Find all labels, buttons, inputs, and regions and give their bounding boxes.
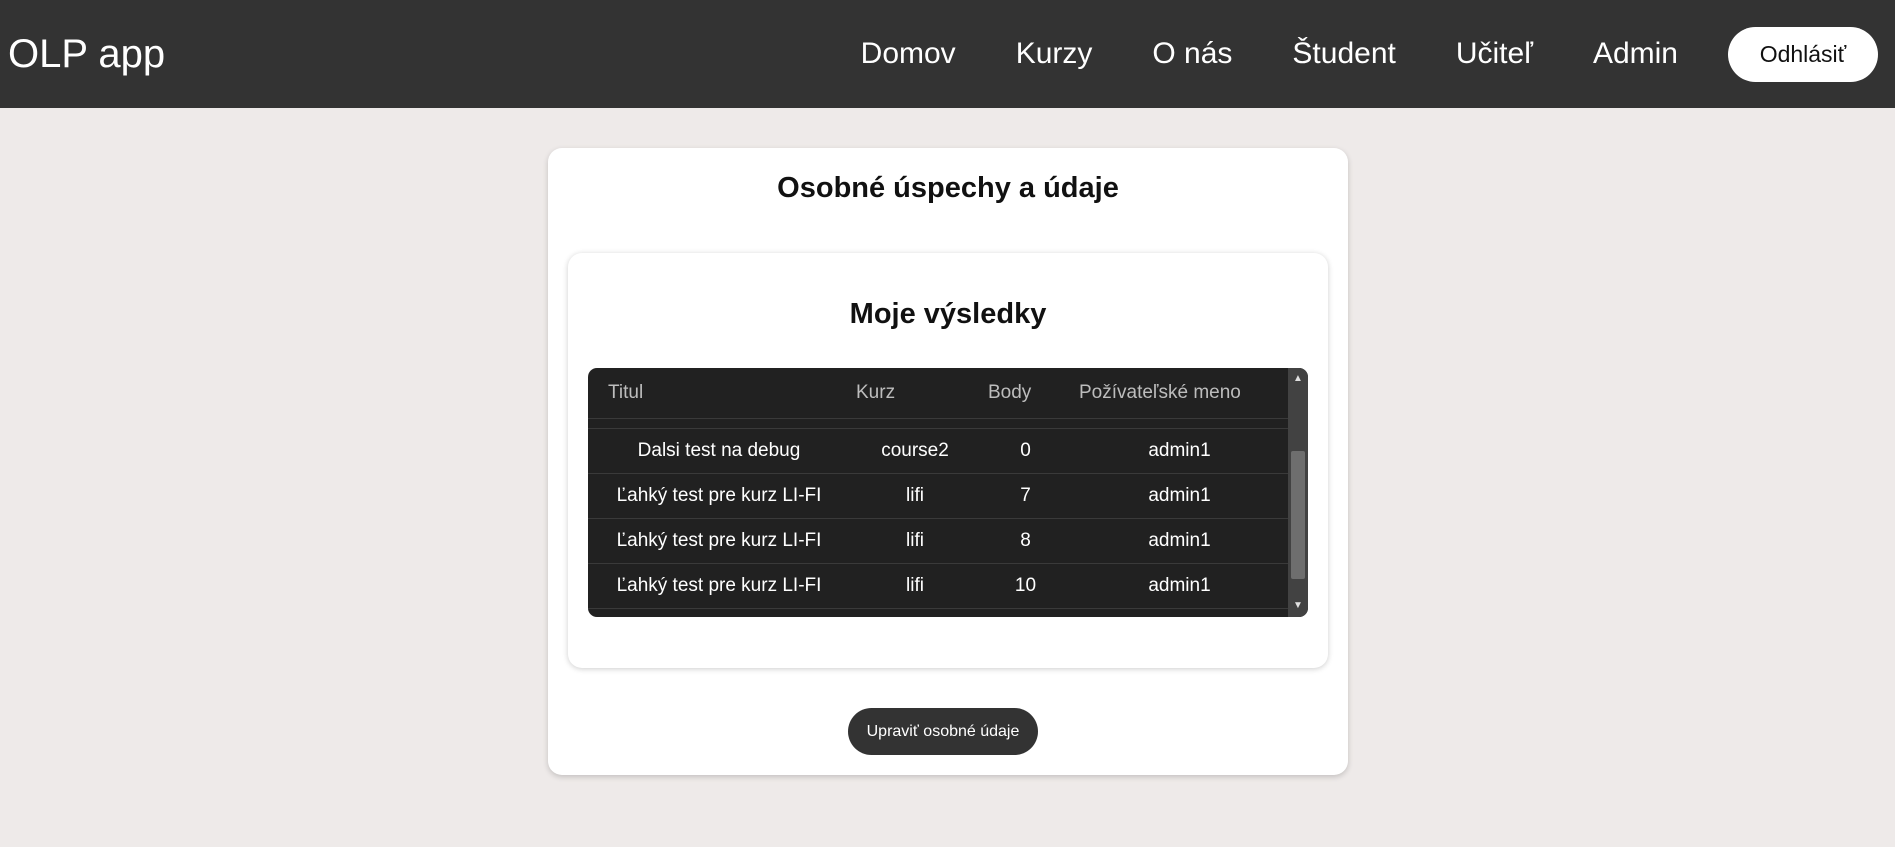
edit-personal-data-button[interactable]: Upraviť osobné údaje (848, 708, 1038, 755)
table-cell-body: 0 (980, 428, 1071, 474)
table-cell-titul: Ľahký test pre kurz LI-FI (588, 473, 850, 519)
column-header-body[interactable]: Body (980, 368, 1071, 419)
scroll-up-arrow-icon[interactable]: ▲ (1288, 370, 1308, 388)
nav-link-domov[interactable]: Domov (861, 34, 956, 74)
table-cell-kurz: course2 (850, 428, 980, 474)
table-cell-kurz: lifi (850, 473, 980, 519)
table-cell-partial (588, 418, 1288, 429)
results-table-container: Titul Kurz Body Požívateľské meno Dalsi … (588, 368, 1308, 617)
table-cell-kurz: lifi (850, 518, 980, 564)
scroll-down-arrow-icon[interactable]: ▼ (1288, 597, 1308, 615)
scrollbar-thumb[interactable] (1291, 451, 1305, 579)
nav-link-admin[interactable]: Admin (1593, 34, 1678, 74)
top-navbar: OLP app Domov Kurzy O nás Študent Učiteľ… (0, 0, 1895, 108)
table-cell-username: admin1 (1071, 473, 1288, 519)
table-row[interactable]: Dalsi test na debug course2 0 admin1 (588, 428, 1288, 474)
nav-link-student[interactable]: Študent (1292, 34, 1395, 74)
table-cell-body: 8 (980, 518, 1071, 564)
table-cell-titul: Ľahký test pre kurz LI-FI (588, 518, 850, 564)
table-row[interactable]: Ľahký test pre kurz LI-FI lifi 8 admin1 (588, 518, 1288, 564)
table-cell-body: 10 (980, 563, 1071, 609)
table-cell-username: admin1 (1071, 563, 1288, 609)
table-cell-titul: Ľahký test pre kurz LI-FI (588, 563, 850, 609)
results-table: Titul Kurz Body Požívateľské meno Dalsi … (588, 368, 1288, 609)
column-header-username[interactable]: Požívateľské meno (1071, 368, 1288, 419)
table-cell-username: admin1 (1071, 518, 1288, 564)
table-cell-kurz: lifi (850, 563, 980, 609)
nav-link-o-nas[interactable]: O nás (1152, 34, 1232, 74)
table-cell-username: admin1 (1071, 428, 1288, 474)
nav-link-kurzy[interactable]: Kurzy (1016, 34, 1093, 74)
table-scrollbar[interactable]: ▲ ▼ (1288, 368, 1308, 617)
page-title: Osobné úspechy a údaje (777, 172, 1119, 204)
column-header-kurz[interactable]: Kurz (850, 368, 980, 419)
table-cell-body: 7 (980, 473, 1071, 519)
nav-links: Domov Kurzy O nás Študent Učiteľ Admin O… (861, 0, 1895, 108)
column-header-titul[interactable]: Titul (588, 368, 850, 419)
nav-link-ucitel[interactable]: Učiteľ (1456, 34, 1533, 74)
profile-card: Osobné úspechy a údaje Moje výsledky Tit… (548, 148, 1348, 775)
table-cell-titul: Dalsi test na debug (588, 428, 850, 474)
results-title: Moje výsledky (849, 298, 1047, 330)
logout-button[interactable]: Odhlásiť (1728, 26, 1878, 82)
results-table-viewport[interactable]: Titul Kurz Body Požívateľské meno Dalsi … (588, 368, 1288, 617)
table-header-row: Titul Kurz Body Požívateľské meno (588, 368, 1288, 419)
table-row[interactable]: Ľahký test pre kurz LI-FI lifi 10 admin1 (588, 563, 1288, 609)
table-row[interactable]: Ľahký test pre kurz LI-FI lifi 7 admin1 (588, 473, 1288, 519)
app-brand[interactable]: OLP app (8, 28, 165, 80)
table-row-partial (588, 418, 1288, 429)
results-card: Moje výsledky Titul Kurz Body Požívateľs… (568, 253, 1328, 668)
